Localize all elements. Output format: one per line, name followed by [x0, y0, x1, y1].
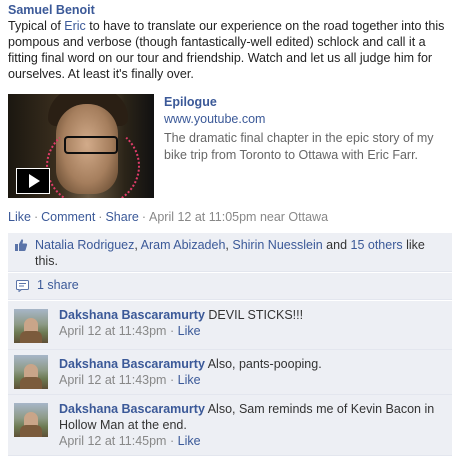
post-message: Typical of Eric to have to translate our…	[8, 18, 452, 82]
comment-author-name[interactable]: Dakshana Bascaramurty	[59, 402, 205, 416]
separator: ·	[169, 324, 175, 338]
likes-and: and	[322, 238, 351, 252]
post-timestamp[interactable]: April 12 at 11:05pm near Ottawa	[149, 210, 328, 224]
comment-body: Dakshana Bascaramurty Also, pants-poopin…	[59, 356, 445, 388]
likes-summary: Natalia Rodriguez, Aram Abizadeh, Shirin…	[8, 233, 452, 272]
comment-timestamp[interactable]: April 12 at 11:43pm	[59, 373, 166, 387]
thumbs-up-icon	[15, 239, 28, 251]
comment-author-name[interactable]: Dakshana Bascaramurty	[59, 357, 205, 371]
separator: ·	[169, 434, 175, 448]
attachment-description: The dramatic final chapter in the epic s…	[164, 131, 434, 162]
comment-meta: April 12 at 11:45pm · Like	[59, 433, 445, 449]
mention-link-eric[interactable]: Eric	[64, 19, 86, 33]
video-thumbnail[interactable]	[8, 94, 154, 198]
shares-link[interactable]: 1 share	[37, 278, 79, 292]
like-link[interactable]: Like	[8, 210, 31, 224]
attachment-url[interactable]: www.youtube.com	[164, 111, 452, 128]
video-attachment: Epilogue www.youtube.com The dramatic fi…	[8, 94, 452, 199]
separator: ·	[141, 210, 146, 224]
comment-timestamp[interactable]: April 12 at 11:45pm	[59, 434, 166, 448]
avatar[interactable]	[14, 403, 48, 437]
liker-natalia-rodriguez[interactable]: Natalia Rodriguez	[35, 238, 134, 252]
separator: ·	[169, 373, 175, 387]
comment-like-link[interactable]: Like	[178, 373, 201, 387]
shares-summary: 1 share	[8, 273, 452, 300]
avatar-shirt	[20, 425, 42, 437]
separator: ·	[98, 210, 103, 224]
comment-like-link[interactable]: Like	[178, 434, 201, 448]
story-post: Samuel Benoit Typical of Eric to have to…	[8, 2, 452, 82]
comment-text: DEVIL STICKS!!!	[204, 308, 304, 322]
comment-link[interactable]: Comment	[41, 210, 95, 224]
comment-item: Dakshana Bascaramurty DEVIL STICKS!!! Ap…	[8, 301, 452, 350]
avatar[interactable]	[14, 309, 48, 343]
attachment-title[interactable]: Epilogue	[164, 94, 452, 111]
liker-aram-abizadeh[interactable]: Aram Abizadeh	[141, 238, 226, 252]
post-author-name[interactable]: Samuel Benoit	[8, 2, 452, 18]
comment-meta: April 12 at 11:43pm · Like	[59, 372, 445, 388]
avatar[interactable]	[14, 355, 48, 389]
comment-item: Dakshana Bascaramurty Also, Sam reminds …	[8, 395, 452, 456]
likes-others-link[interactable]: 15 others	[351, 238, 403, 252]
comment-body: Dakshana Bascaramurty Also, Sam reminds …	[59, 401, 445, 449]
likes-text: Natalia Rodriguez, Aram Abizadeh, Shirin…	[35, 237, 445, 269]
avatar-shirt	[20, 331, 42, 343]
comment-item: Dakshana Bascaramurty Also, pants-poopin…	[8, 350, 452, 395]
attachment-info: Epilogue www.youtube.com The dramatic fi…	[164, 94, 452, 164]
separator: ·	[33, 210, 39, 224]
liker-shirin-nuesslein[interactable]: Shirin Nuesslein	[232, 238, 322, 252]
story-actions: Like · Comment · Share · April 12 at 11:05pm n…	[8, 209, 328, 225]
comment-text: Also, pants-pooping.	[204, 357, 322, 371]
comment-author-name[interactable]: Dakshana Bascaramurty	[59, 308, 205, 322]
play-triangle	[29, 174, 40, 188]
comment-meta: April 12 at 11:43pm · Like	[59, 323, 445, 339]
share-link[interactable]: Share	[105, 210, 138, 224]
comment-body: Dakshana Bascaramurty DEVIL STICKS!!! Ap…	[59, 307, 445, 339]
thumbnail-beads	[46, 124, 140, 198]
share-icon	[16, 280, 29, 292]
comment-timestamp[interactable]: April 12 at 11:43pm	[59, 324, 166, 338]
comment-like-link[interactable]: Like	[178, 324, 201, 338]
play-icon[interactable]	[16, 168, 50, 194]
post-message-start: Typical of	[8, 19, 65, 33]
avatar-shirt	[20, 377, 42, 389]
